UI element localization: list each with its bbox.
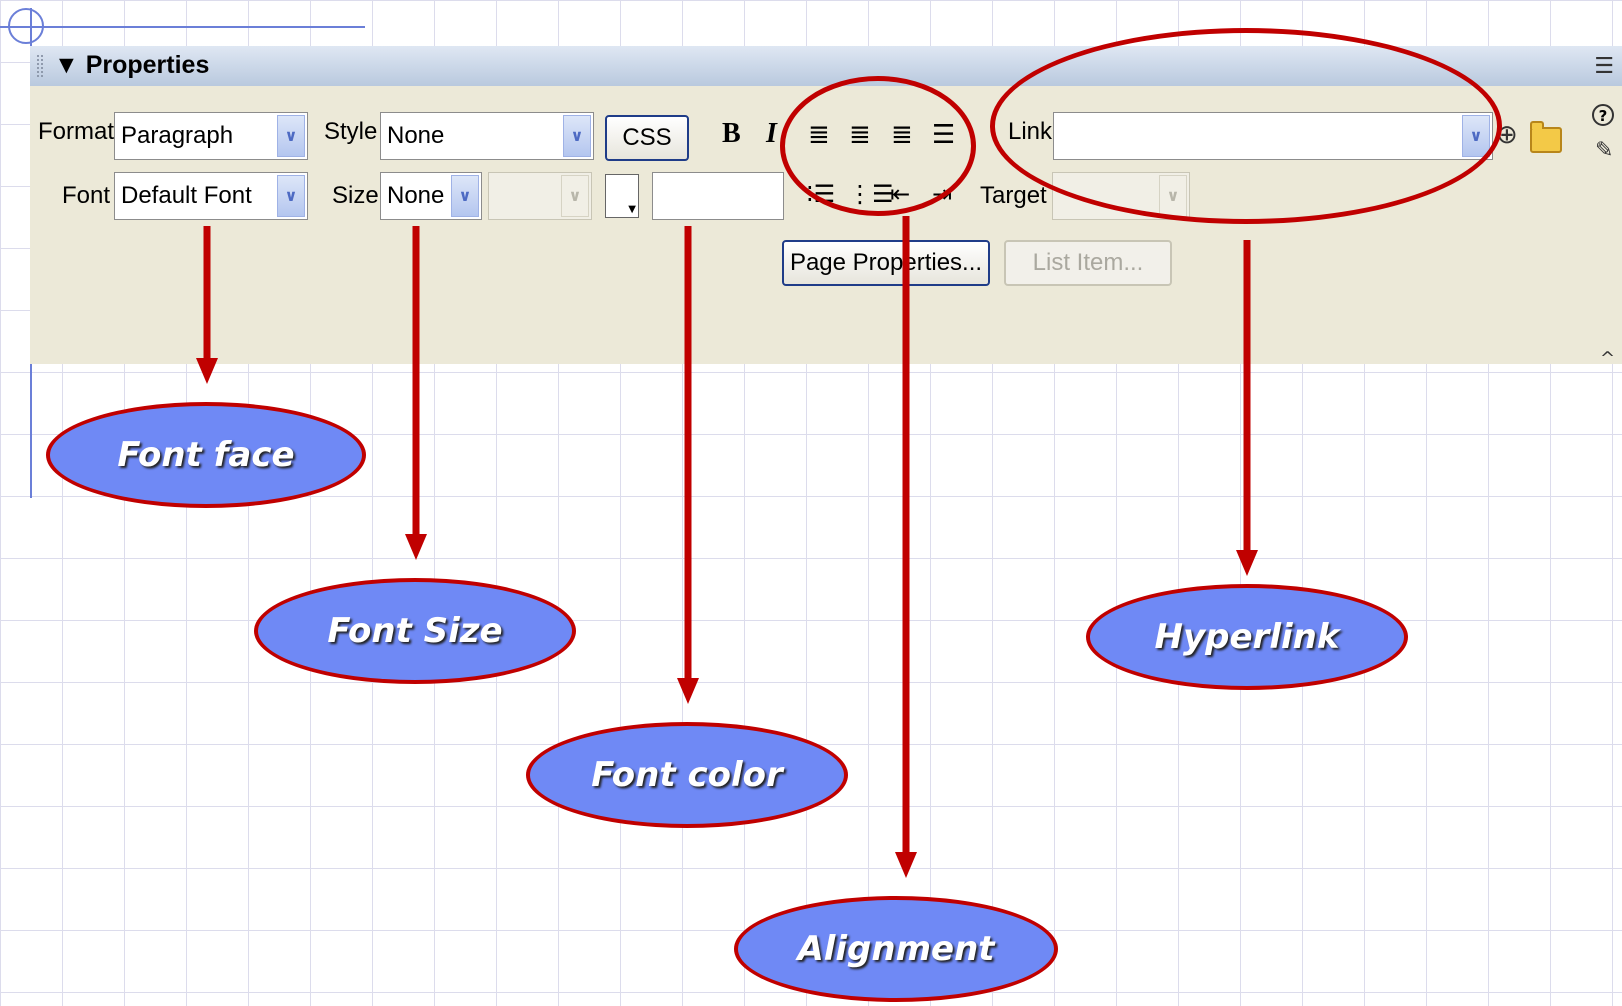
arrowhead-font-color <box>677 678 699 704</box>
callout-font-color: Font color <box>526 722 848 828</box>
arrowhead-hyperlink <box>1236 550 1258 576</box>
callout-font-size: Font Size <box>254 578 576 684</box>
callout-hyperlink: Hyperlink <box>1086 584 1408 690</box>
callout-font-face: Font face <box>46 402 366 508</box>
arrowhead-font-face <box>196 358 218 384</box>
arrowhead-alignment <box>895 852 917 878</box>
callout-alignment: Alignment <box>734 896 1058 1002</box>
arrowhead-font-size <box>405 534 427 560</box>
